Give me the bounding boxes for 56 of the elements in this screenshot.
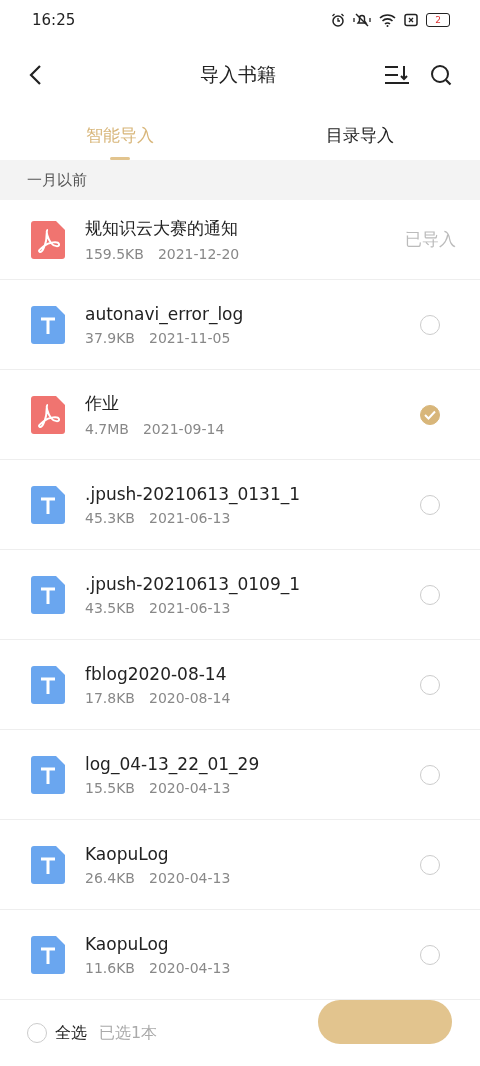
file-name: fblog2020-08-14	[85, 663, 228, 684]
page-title: 导入书籍	[199, 62, 277, 87]
mute-icon	[353, 13, 371, 27]
text-file-icon	[31, 935, 65, 974]
text-file-icon	[31, 485, 65, 524]
search-icon[interactable]	[430, 64, 452, 86]
file-date: 2020-04-13	[148, 779, 231, 796]
file-name: 作业	[85, 392, 120, 415]
selected-count: 已选1本	[99, 1022, 158, 1044]
file-date: 2021-11-05	[148, 329, 231, 346]
tab[interactable]: 目录导入	[322, 119, 398, 151]
pdf-file-icon	[31, 395, 65, 434]
file-size: 45.3KB	[85, 509, 135, 526]
file-size: 43.5KB	[85, 599, 135, 616]
file-name: KaopuLog	[85, 933, 170, 954]
file-name: autonavi_error_log	[85, 303, 245, 324]
sim-icon	[404, 13, 418, 27]
check-icon	[424, 409, 436, 420]
file-size: 11.6KB	[85, 959, 135, 976]
file-date: 2020-08-14	[148, 689, 231, 706]
select-all-label[interactable]: 全选	[55, 1022, 87, 1044]
file-size: 17.8KB	[85, 689, 135, 706]
file-size: 26.4KB	[85, 869, 135, 886]
pdf-file-icon	[31, 220, 65, 259]
file-date: 2021-06-13	[148, 599, 231, 616]
wifi-icon	[379, 13, 396, 27]
file-name: log_04-13_22_01_29	[85, 753, 261, 774]
imported-label: 已导入	[405, 228, 456, 251]
select-checkbox[interactable]	[420, 404, 440, 425]
alarm-icon	[331, 13, 345, 27]
text-file-icon	[31, 845, 65, 884]
sort-icon[interactable]	[384, 64, 410, 86]
file-name: .jpush-20210613_0131_1	[85, 483, 302, 504]
file-date: 2021-06-13	[148, 509, 231, 526]
battery-level: 2	[435, 15, 441, 25]
file-size: 159.5KB	[85, 246, 144, 262]
file-date: 2021-12-20	[157, 246, 240, 262]
file-size: 15.5KB	[85, 779, 135, 796]
text-file-icon	[31, 575, 65, 614]
text-file-icon	[31, 755, 65, 794]
file-name: 规知识云大赛的通知	[85, 217, 239, 240]
status-time: 16:25	[32, 11, 76, 29]
text-file-icon	[31, 665, 65, 704]
text-file-icon	[31, 305, 65, 344]
file-date: 2020-04-13	[148, 869, 231, 886]
tab-indicator	[110, 157, 130, 160]
file-date: 2020-04-13	[148, 959, 231, 976]
file-size: 37.9KB	[85, 329, 135, 346]
file-name: KaopuLog	[85, 843, 170, 864]
back-icon[interactable]	[28, 64, 42, 86]
file-size: 4.7MB	[85, 421, 129, 437]
section-header: 一月以前	[0, 160, 480, 200]
file-name: .jpush-20210613_0109_1	[85, 573, 302, 594]
import-button[interactable]	[318, 1000, 452, 1044]
select-all-checkbox[interactable]	[27, 1023, 47, 1043]
file-date: 2021-09-14	[142, 421, 225, 437]
